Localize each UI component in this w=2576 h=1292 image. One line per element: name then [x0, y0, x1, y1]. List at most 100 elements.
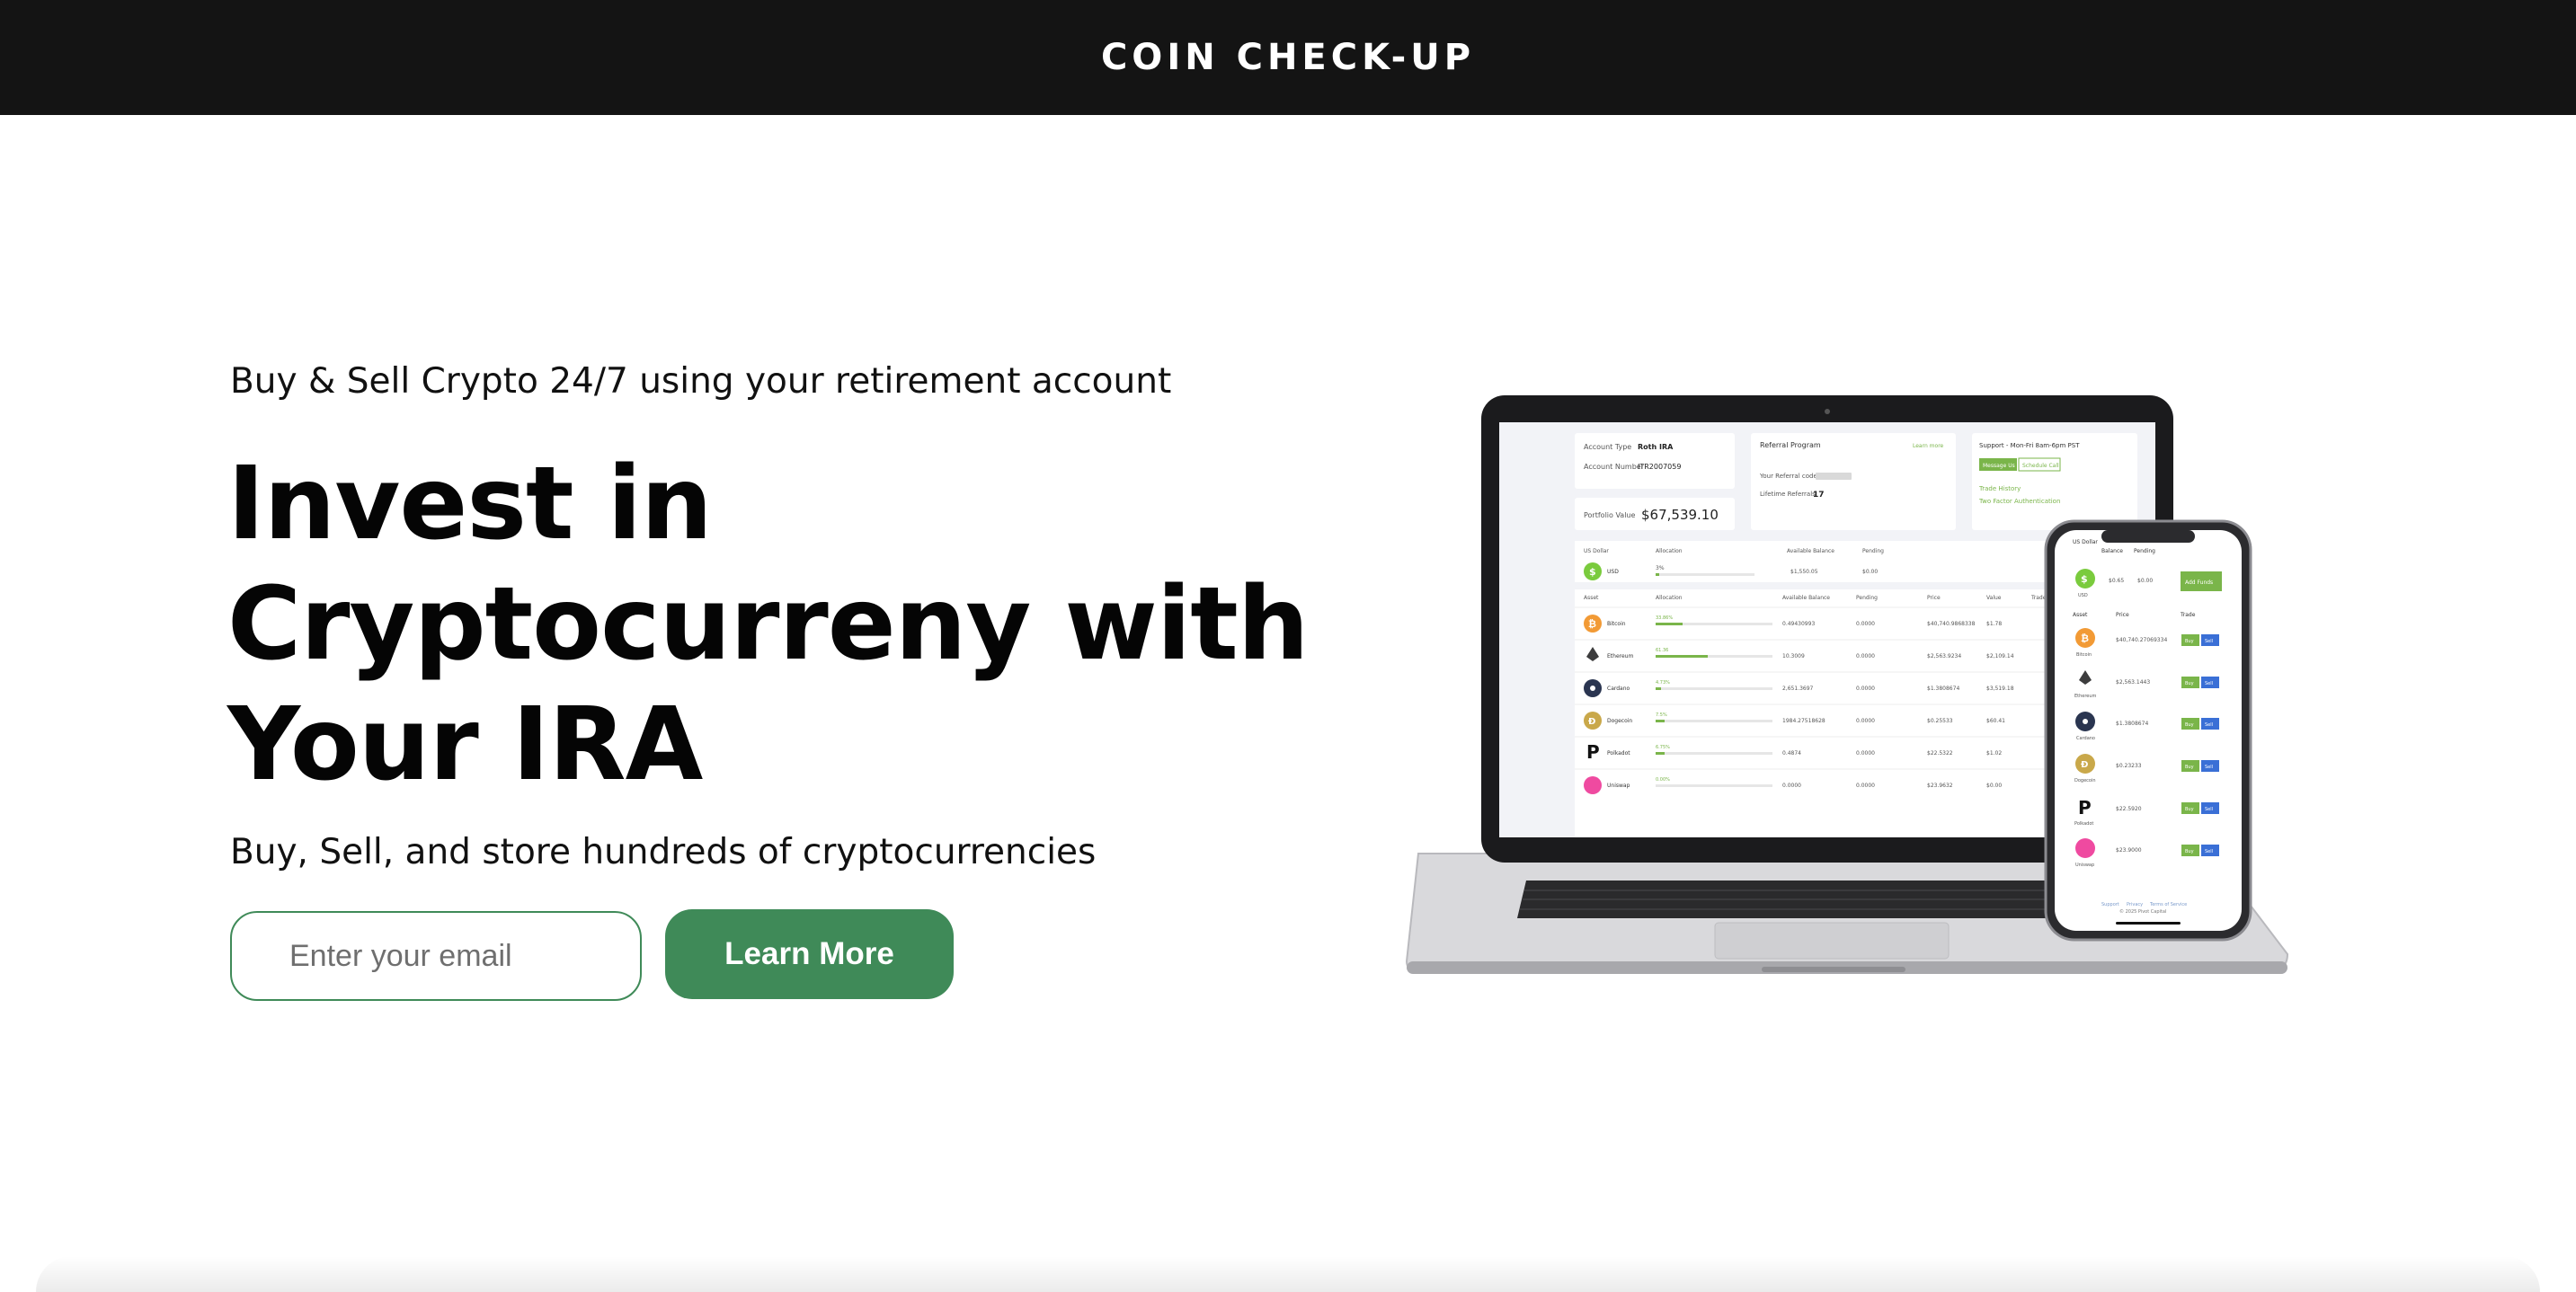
trade-history-link[interactable]: Trade History: [1978, 485, 2021, 492]
asset-header-allocation: Allocation: [1656, 595, 1683, 601]
svg-text:0.0000: 0.0000: [1782, 783, 1801, 789]
svg-text:61.36: 61.36: [1656, 648, 1668, 653]
account-number-value: ITR2007059: [1638, 463, 1681, 471]
phone-usd-label: USD: [2078, 593, 2088, 598]
portfolio-label: Portfolio Value: [1584, 511, 1636, 519]
svg-text:Sell: Sell: [2205, 639, 2213, 644]
svg-text:0.0000: 0.0000: [1856, 621, 1875, 627]
svg-text:$1.3808674: $1.3808674: [2116, 721, 2148, 727]
account-type-label: Account Type: [1584, 443, 1631, 451]
usd-row-alloc: 3%: [1656, 565, 1665, 571]
phone-notch: [2101, 530, 2195, 543]
svg-text:$1.3808674: $1.3808674: [1927, 686, 1959, 692]
svg-text:Polkadot: Polkadot: [1607, 750, 1630, 757]
svg-text:Sell: Sell: [2205, 722, 2213, 728]
svg-text:0.0000: 0.0000: [1856, 718, 1875, 724]
svg-text:1984.27518628: 1984.27518628: [1782, 718, 1825, 724]
svg-text:$0.25533: $0.25533: [1927, 718, 1953, 724]
svg-text:Sell: Sell: [2205, 849, 2213, 854]
svg-text:P: P: [1586, 741, 1600, 763]
svg-text:₿: ₿: [2081, 633, 2089, 644]
support-title: Support - Mon-Fri 8am-6pm PST: [1979, 442, 2080, 449]
account-type-value: Roth IRA: [1638, 443, 1674, 451]
svg-text:$60.41: $60.41: [1986, 718, 2005, 724]
svg-text:0.4874: 0.4874: [1782, 750, 1801, 757]
phone-mockup: US Dollar Balance Pending $ USD $0.65 $0…: [2044, 519, 2252, 942]
svg-text:$1.02: $1.02: [1986, 750, 2002, 757]
svg-text:Ethereum: Ethereum: [2074, 694, 2097, 699]
account-number-label: Account Number: [1584, 463, 1645, 471]
svg-text:$3,519.18: $3,519.18: [1986, 686, 2014, 692]
svg-text:0.49430993: 0.49430993: [1782, 621, 1815, 627]
phone-copyright: © 2025 Pivot Capital: [2119, 908, 2166, 915]
phone-footer-terms[interactable]: Terms of Service: [2149, 902, 2187, 907]
hero-title-line-2: Cryptocurreny with: [227, 566, 1310, 683]
message-us-label: Message Us: [1983, 463, 2015, 469]
referral-learn-more[interactable]: Learn more: [1913, 443, 1944, 449]
usd-row-available: $1,550.05: [1790, 569, 1818, 575]
svg-text:7.5%: 7.5%: [1656, 712, 1667, 718]
hero-tagline: Buy, Sell, and store hundreds of cryptoc…: [230, 832, 1097, 872]
referral-code-label: Your Referral code: [1759, 473, 1817, 480]
svg-text:0.0000: 0.0000: [1856, 783, 1875, 789]
phone-asset-header: Asset: [2073, 612, 2088, 618]
svg-text:$40,740.27069334: $40,740.27069334: [2116, 637, 2167, 643]
usd-row-name: USD: [1607, 569, 1619, 575]
usd-alloc-bar: [1656, 573, 1659, 576]
usd-pending-header: Pending: [1862, 548, 1884, 554]
support-card: Support - Mon-Fri 8am-6pm PST Message Us…: [1972, 433, 2137, 530]
svg-text:0.0000: 0.0000: [1856, 653, 1875, 659]
referral-card: Referral Program Learn more Your Referra…: [1751, 433, 1956, 530]
svg-text:Dogecoin: Dogecoin: [1607, 718, 1632, 724]
svg-text:0.00%: 0.00%: [1656, 777, 1670, 783]
lifetime-referrals-value: 17: [1813, 491, 1825, 500]
schedule-call-label: Schedule Call: [2022, 463, 2059, 469]
two-factor-link[interactable]: Two Factor Authentication: [1978, 498, 2060, 505]
phone-us-dollar: US Dollar: [2073, 539, 2098, 545]
svg-text:$2,563.1443: $2,563.1443: [2116, 679, 2150, 686]
svg-text:Sell: Sell: [2205, 807, 2213, 812]
svg-text:$: $: [1589, 566, 1596, 578]
svg-text:$2,109.14: $2,109.14: [1986, 653, 2014, 659]
svg-text:Cardano: Cardano: [1607, 686, 1630, 692]
svg-text:P: P: [2078, 797, 2092, 819]
brand-logo-text[interactable]: COIN CHECK-UP: [1101, 37, 1475, 78]
svg-text:2,651.3697: 2,651.3697: [1782, 686, 1814, 692]
phone-usd-balance: $0.65: [2109, 578, 2124, 584]
hero-title-line-3: Your IRA: [227, 686, 703, 803]
learn-more-button[interactable]: Learn More: [665, 909, 954, 999]
asset-header-trade: Trade: [2030, 595, 2047, 601]
phone-footer-support[interactable]: Support: [2101, 902, 2119, 907]
usd-alloc-header: Allocation: [1656, 548, 1683, 554]
svg-text:Polkadot: Polkadot: [2074, 821, 2093, 827]
svg-text:$: $: [2081, 573, 2088, 585]
svg-text:Dogecoin: Dogecoin: [2074, 778, 2096, 783]
phone-pending-header: Pending: [2134, 548, 2155, 554]
svg-text:0.0000: 0.0000: [1856, 750, 1875, 757]
svg-text:Buy: Buy: [2185, 681, 2194, 686]
svg-text:Bitcoin: Bitcoin: [1607, 621, 1626, 627]
laptop-trackpad: [1714, 922, 1950, 960]
svg-text:Bitcoin: Bitcoin: [2076, 652, 2092, 658]
phone-footer-privacy[interactable]: Privacy: [2127, 902, 2143, 907]
laptop-camera: [1825, 409, 1830, 414]
phone-balance-header: Balance: [2101, 548, 2123, 554]
referral-title: Referral Program: [1760, 441, 1821, 449]
svg-text:Ethereum: Ethereum: [1607, 653, 1633, 659]
svg-text:Uniswap: Uniswap: [1607, 783, 1630, 789]
svg-text:10.3009: 10.3009: [1782, 653, 1805, 659]
svg-text:Buy: Buy: [2185, 849, 2194, 854]
portfolio-value: $67,539.10: [1641, 507, 1719, 523]
svg-text:Cardano: Cardano: [2076, 736, 2095, 741]
asset-header-price: Price: [1927, 595, 1941, 601]
email-input[interactable]: [230, 911, 642, 1001]
next-section-edge: [36, 1256, 2540, 1292]
top-header: COIN CHECK-UP: [0, 0, 2576, 115]
referral-code-redacted: [1816, 473, 1852, 480]
usd-row-pending: $0.00: [1862, 569, 1878, 575]
svg-text:33.86%: 33.86%: [1656, 615, 1673, 621]
svg-text:Sell: Sell: [2205, 765, 2213, 770]
svg-text:$0.23233: $0.23233: [2116, 763, 2142, 769]
svg-text:4.73%: 4.73%: [1656, 680, 1670, 686]
svg-text:$22.5920: $22.5920: [2116, 806, 2142, 812]
